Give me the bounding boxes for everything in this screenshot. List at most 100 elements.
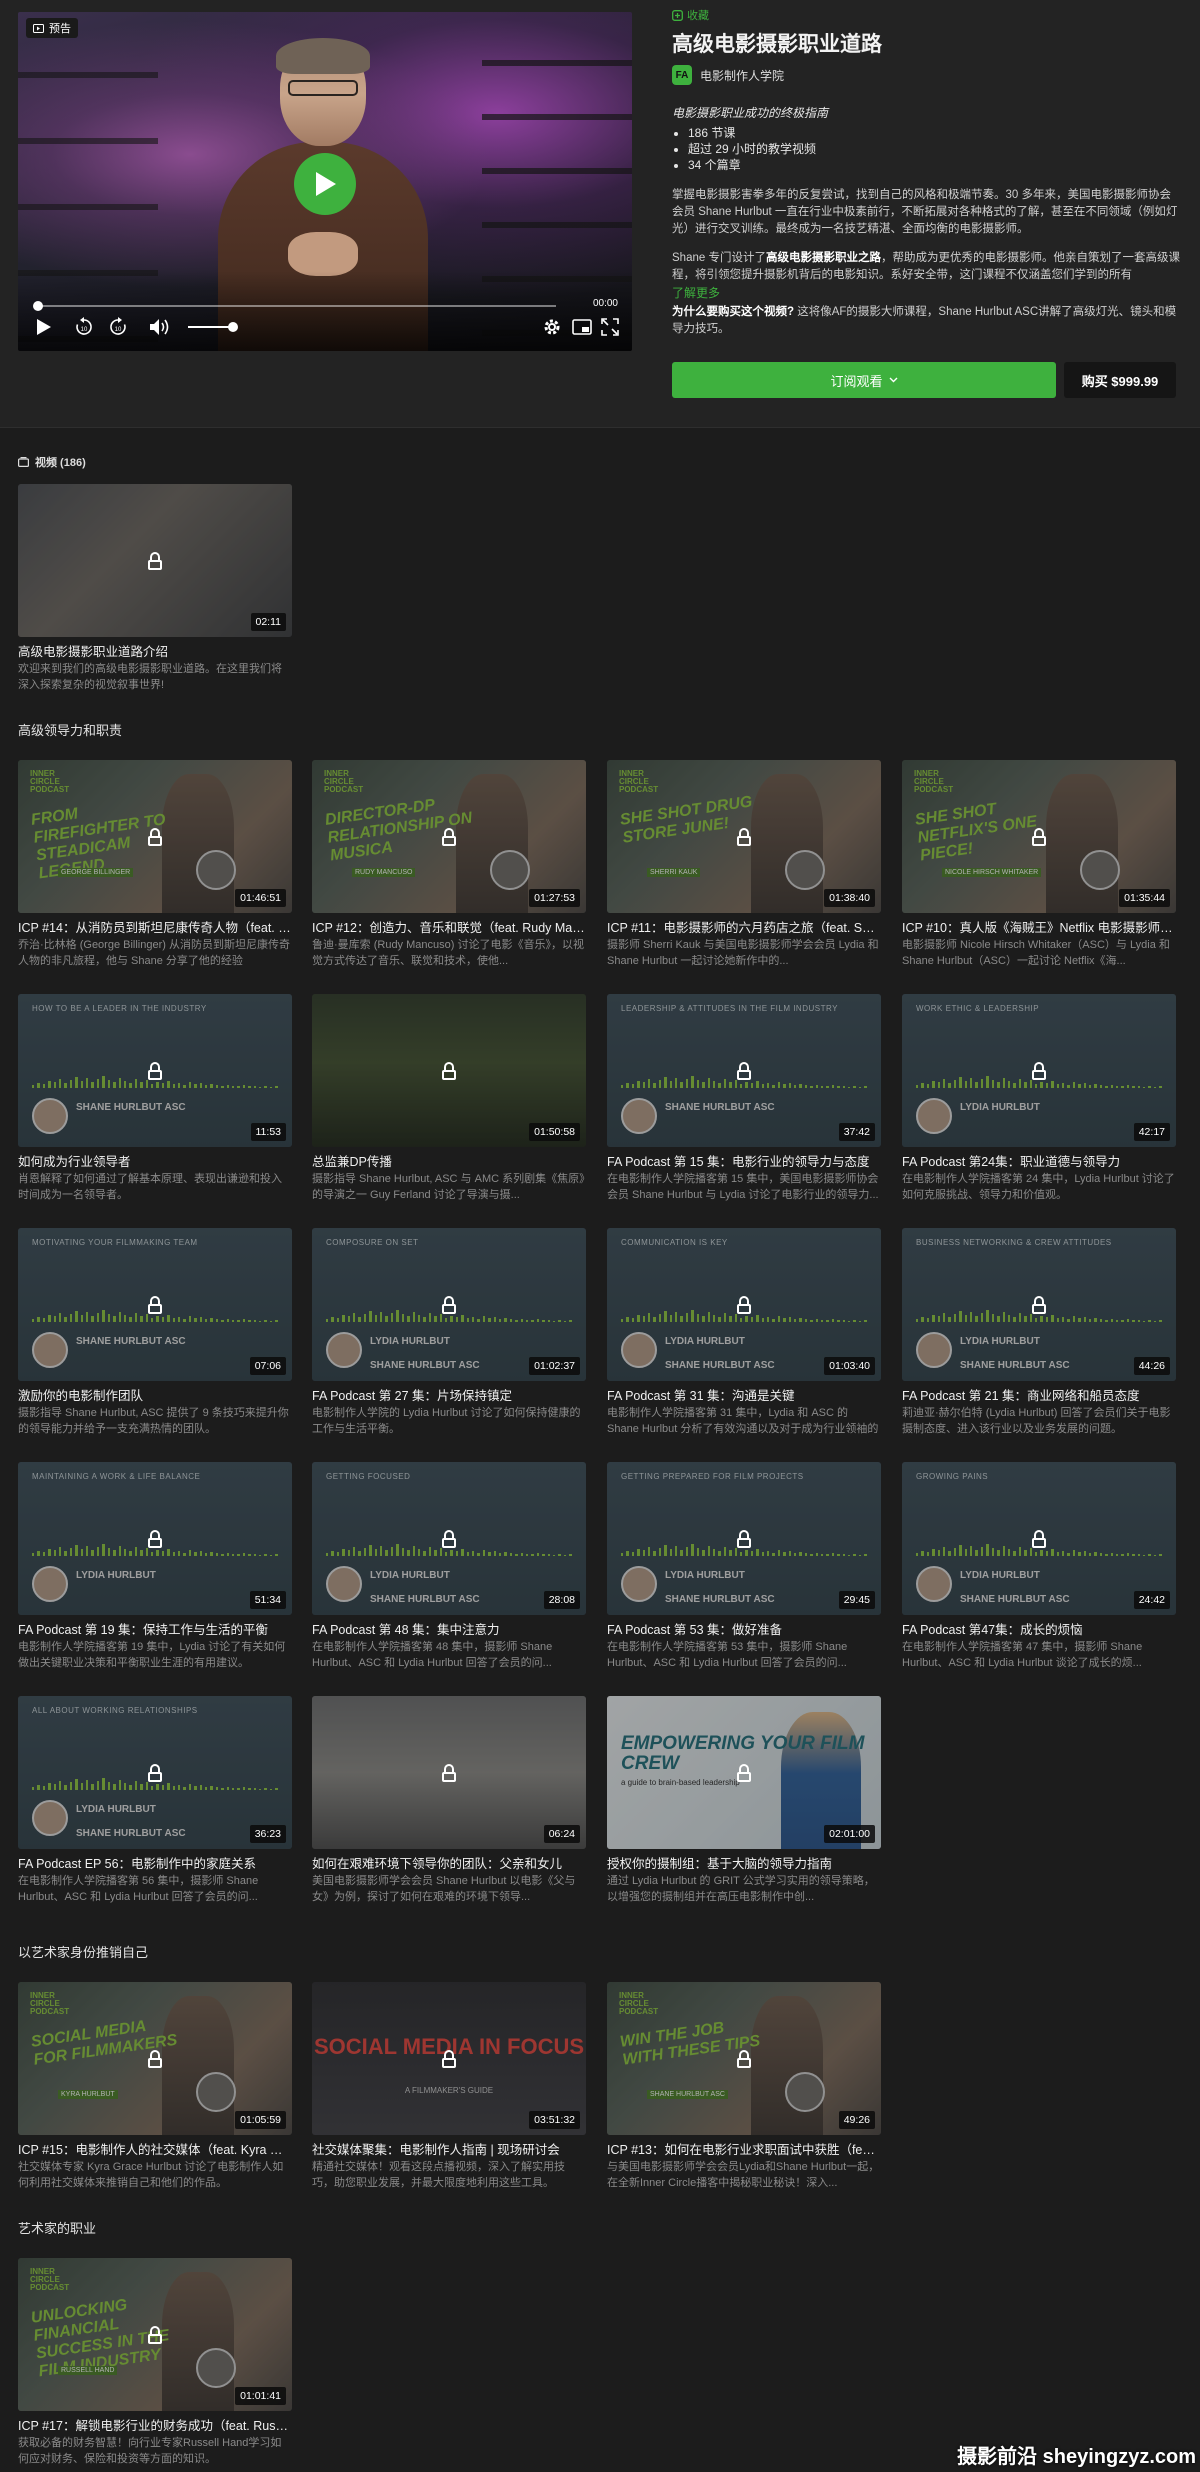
video-card[interactable]: 02:11 高级电影摄影职业道路介绍 欢迎来到我们的高级电影摄影职业道路。在这里我们… (18, 484, 292, 693)
video-title[interactable]: 社交媒体聚集：电影制作人指南 | 现场研讨会 (312, 2141, 586, 2159)
video-card[interactable]: INNER CIRCLE PODCAST DIRECTOR-DP RELATIONSH… (312, 760, 586, 969)
volume-handle[interactable] (228, 322, 238, 332)
video-card[interactable]: INNER CIRCLE PODCAST SOCIAL MEDIA FOR FILMM… (18, 1982, 292, 2191)
video-thumbnail[interactable]: INNER CIRCLE PODCAST FROM FIREFIGHTER TO ST… (18, 760, 292, 913)
video-title[interactable]: FA Podcast 第 21 集：商业网络和船员态度 (902, 1387, 1176, 1405)
video-card[interactable]: GETTING FOCUSED LYDIA HURLBUT SHANE HURLBU… (312, 1462, 586, 1671)
forward-10-button[interactable]: 10 (106, 315, 130, 339)
video-duration: 01:35:44 (1119, 889, 1170, 907)
video-title[interactable]: FA Podcast 第 19 集：保持工作与生活的平衡 (18, 1621, 292, 1639)
video-thumbnail[interactable]: INNER CIRCLE PODCAST SOCIAL MEDIA FOR FILMM… (18, 1982, 292, 2135)
video-title[interactable]: ICP #12：创造力、音乐和联觉（feat. Rudy Mancuso） (312, 919, 586, 937)
video-thumbnail[interactable]: EMPOWERING YOUR FILM CREW a guide to brai… (607, 1696, 881, 1849)
video-description: 在电影制作人学院播客第 47 集中，摄影师 Shane Hurlbut、ASC … (902, 1641, 1143, 1669)
play-control-button[interactable] (32, 315, 56, 339)
video-thumbnail[interactable]: WORK ETHIC & LEADERSHIP LYDIA HURLBUT 42:1… (902, 994, 1176, 1147)
picture-in-picture-button[interactable] (570, 315, 594, 339)
progress-handle[interactable] (33, 301, 43, 311)
video-thumbnail[interactable]: GROWING PAINS LYDIA HURLBUT SHANE HURLBUT … (902, 1462, 1176, 1615)
rewind-10-button[interactable]: 10 (72, 315, 96, 339)
progress-bar[interactable] (36, 305, 556, 307)
video-card[interactable]: INNER CIRCLE PODCAST UNLOCKING FINANCIAL SU… (18, 2258, 292, 2467)
video-thumbnail[interactable]: INNER CIRCLE PODCAST WIN THE JOB WITH THESE… (607, 1982, 881, 2135)
video-card[interactable]: LEADERSHIP & ATTITUDES IN THE FILM INDUS… (607, 994, 881, 1203)
video-card[interactable]: INNER CIRCLE PODCAST SHE SHOT NETFLIX'S ONE… (902, 760, 1176, 969)
video-title[interactable]: ICP #17：解锁电影行业的财务成功（feat. Russell Hand） (18, 2417, 292, 2435)
video-thumbnail[interactable]: INNER CIRCLE PODCAST SHE SHOT NETFLIX'S ONE… (902, 760, 1176, 913)
video-card[interactable]: INNER CIRCLE PODCAST WIN THE JOB WITH THESE… (607, 1982, 881, 2191)
video-card[interactable]: INNER CIRCLE PODCAST FROM FIREFIGHTER TO ST… (18, 760, 292, 969)
lock-icon (147, 2326, 163, 2344)
video-title[interactable]: FA Podcast 第 31 集：沟通是关键 (607, 1387, 881, 1405)
video-title[interactable]: FA Podcast 第 48 集：集中注意力 (312, 1621, 586, 1639)
video-thumbnail[interactable]: INNER CIRCLE PODCAST UNLOCKING FINANCIAL SU… (18, 2258, 292, 2411)
video-thumbnail[interactable]: 06:24 (312, 1696, 586, 1849)
video-card[interactable]: 01:50:58 总监兼DP传播 摄影指导 Shane Hurlbut, ASC 与… (312, 994, 586, 1203)
author-link[interactable]: FA 电影制作人学院 (672, 64, 1182, 86)
video-title[interactable]: ICP #10：真人版《海贼王》Netflix 电影摄影师 Nicole Hir… (902, 919, 1176, 937)
video-card[interactable]: 06:24 如何在艰难环境下领导你的团队：父亲和女儿 美国电影摄影师学会会员 Sha… (312, 1696, 586, 1905)
video-title[interactable]: ICP #13：如何在电影行业求职面试中获胜（feat. Shane Hurlb… (607, 2141, 881, 2159)
video-duration: 51:34 (249, 1591, 286, 1609)
chevron-down-icon (889, 377, 897, 383)
pip-icon (572, 319, 592, 335)
video-card[interactable]: ALL ABOUT WORKING RELATIONSHIPS LYDIA HUR… (18, 1696, 292, 1905)
video-card[interactable]: EMPOWERING YOUR FILM CREW a guide to brai… (607, 1696, 881, 1905)
video-thumbnail[interactable]: BUSINESS NETWORKING & CREW ATTITUDES LYDI… (902, 1228, 1176, 1381)
video-title[interactable]: 高级电影摄影职业道路介绍 (18, 643, 292, 661)
video-title[interactable]: ICP #14：从消防员到斯坦尼康传奇人物（feat. George Billi… (18, 919, 292, 937)
video-card[interactable]: MAINTAINING A WORK & LIFE BALANCE LYDIA H… (18, 1462, 292, 1671)
video-thumbnail[interactable]: SOCIAL MEDIA IN FOCUS A FILMMAKER'S GUIDE… (312, 1982, 586, 2135)
video-card[interactable]: INNER CIRCLE PODCAST SHE SHOT DRUG STORE JU… (607, 760, 881, 969)
video-card[interactable]: SOCIAL MEDIA IN FOCUS A FILMMAKER'S GUIDE… (312, 1982, 586, 2191)
video-title[interactable]: ICP #11：电影摄影师的六月药店之旅（feat. Sherri Kauk） (607, 919, 881, 937)
read-more-link[interactable]: 了解更多 (672, 284, 1182, 302)
video-player[interactable]: 预告 00:00 10 10 (18, 12, 632, 351)
favorite-button[interactable]: 收藏 (672, 8, 1182, 22)
video-card[interactable]: HOW TO BE A LEADER IN THE INDUSTRY SHANE … (18, 994, 292, 1203)
video-title[interactable]: 激励你的电影制作团队 (18, 1387, 292, 1405)
video-description: 电影摄影师 Nicole Hirsch Whitaker（ASC）与 Lydia… (902, 939, 1170, 967)
lock-icon (147, 1062, 163, 1080)
video-card[interactable]: COMPOSURE ON SET LYDIA HURLBUT SHANE HURLB… (312, 1228, 586, 1437)
video-title[interactable]: 如何在艰难环境下领导你的团队：父亲和女儿 (312, 1855, 586, 1873)
video-title[interactable]: FA Podcast EP 56：电影制作中的家庭关系 (18, 1855, 292, 1873)
play-icon (316, 172, 336, 196)
video-thumbnail[interactable]: INNER CIRCLE PODCAST SHE SHOT DRUG STORE JU… (607, 760, 881, 913)
video-card[interactable]: MOTIVATING YOUR FILMMAKING TEAM SHANE HUR… (18, 1228, 292, 1437)
buy-button[interactable]: 购买 $999.99 (1064, 362, 1176, 398)
volume-button[interactable] (148, 315, 172, 339)
video-thumbnail[interactable]: HOW TO BE A LEADER IN THE INDUSTRY SHANE … (18, 994, 292, 1147)
video-thumbnail[interactable]: GETTING FOCUSED LYDIA HURLBUT SHANE HURLBU… (312, 1462, 586, 1615)
video-thumbnail[interactable]: MOTIVATING YOUR FILMMAKING TEAM SHANE HUR… (18, 1228, 292, 1381)
video-title[interactable]: 如何成为行业领导者 (18, 1153, 292, 1171)
video-description: 电影制作人学院的 Lydia Hurlbut 讨论了如何保持健康的工作与生活平衡… (312, 1407, 581, 1435)
video-thumbnail[interactable]: GETTING PREPARED FOR FILM PROJECTS LYDIA … (607, 1462, 881, 1615)
video-title[interactable]: FA Podcast 第24集：职业道德与领导力 (902, 1153, 1176, 1171)
video-title[interactable]: 授权你的摄制组：基于大脑的领导力指南 (607, 1855, 881, 1873)
video-thumbnail[interactable]: 02:11 (18, 484, 292, 637)
video-thumbnail[interactable]: LEADERSHIP & ATTITUDES IN THE FILM INDUS… (607, 994, 881, 1147)
fullscreen-button[interactable] (598, 315, 622, 339)
video-thumbnail[interactable]: COMPOSURE ON SET LYDIA HURLBUT SHANE HURLB… (312, 1228, 586, 1381)
subscribe-button[interactable]: 订阅观看 (672, 362, 1056, 398)
video-title[interactable]: FA Podcast 第47集：成长的烦恼 (902, 1621, 1176, 1639)
video-title[interactable]: FA Podcast 第 53 集：做好准备 (607, 1621, 881, 1639)
video-thumbnail[interactable]: INNER CIRCLE PODCAST DIRECTOR-DP RELATIONSH… (312, 760, 586, 913)
video-title[interactable]: 总监兼DP传播 (312, 1153, 586, 1171)
play-button[interactable] (294, 153, 356, 215)
video-card[interactable]: GETTING PREPARED FOR FILM PROJECTS LYDIA … (607, 1462, 881, 1671)
video-thumbnail[interactable]: COMMUNICATION IS KEY LYDIA HURLBUT SHANE H… (607, 1228, 881, 1381)
video-title[interactable]: ICP #15：电影制作人的社交媒体（feat. Kyra Grace Hurl… (18, 2141, 292, 2159)
video-card[interactable]: WORK ETHIC & LEADERSHIP LYDIA HURLBUT 42:1… (902, 994, 1176, 1203)
video-title[interactable]: FA Podcast 第 27 集：片场保持镇定 (312, 1387, 586, 1405)
video-card[interactable]: BUSINESS NETWORKING & CREW ATTITUDES LYDI… (902, 1228, 1176, 1437)
video-thumbnail[interactable]: ALL ABOUT WORKING RELATIONSHIPS LYDIA HUR… (18, 1696, 292, 1849)
video-card[interactable]: GROWING PAINS LYDIA HURLBUT SHANE HURLBUT … (902, 1462, 1176, 1671)
settings-button[interactable] (540, 315, 564, 339)
author-name: 电影制作人学院 (700, 68, 785, 83)
video-card[interactable]: COMMUNICATION IS KEY LYDIA HURLBUT SHANE H… (607, 1228, 881, 1437)
video-thumbnail[interactable]: 01:50:58 (312, 994, 586, 1147)
video-title[interactable]: FA Podcast 第 15 集：电影行业的领导力与态度 (607, 1153, 881, 1171)
video-thumbnail[interactable]: MAINTAINING A WORK & LIFE BALANCE LYDIA H… (18, 1462, 292, 1615)
